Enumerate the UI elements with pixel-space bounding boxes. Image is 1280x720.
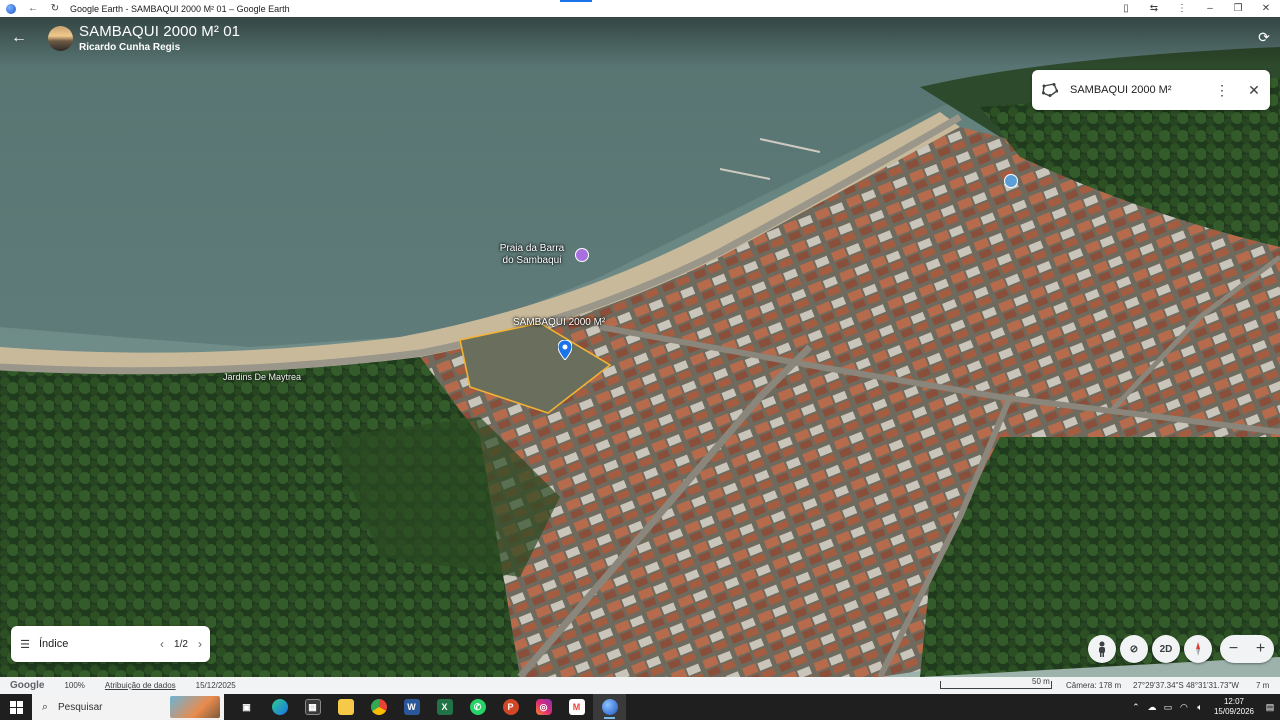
- road-label: Jardins De Maytrea: [223, 372, 302, 382]
- project-thumbnail: [48, 26, 73, 51]
- powerpoint-icon[interactable]: P: [494, 694, 527, 720]
- store-icon[interactable]: ▦: [296, 694, 329, 720]
- whatsapp-icon[interactable]: ✆: [461, 694, 494, 720]
- zoom-out-button[interactable]: −: [1229, 640, 1238, 658]
- status-bar: Google 100% Atribuição de dados 15/12/20…: [0, 677, 1280, 694]
- close-icon[interactable]: ✕: [1238, 70, 1270, 110]
- wifi-icon[interactable]: ◠: [1176, 702, 1192, 713]
- system-tray: ⌃ ☁ ▭ ◠ 🔈︎ 12:07 15/09/2026 ▤: [1128, 694, 1280, 720]
- coordinates: 27°29'37.34"S 48°31'31.73"W: [1133, 681, 1239, 690]
- poi-label-line1: Praia da Barra: [499, 243, 565, 254]
- toggle-2d-button[interactable]: 2D: [1152, 635, 1180, 663]
- poi-label-line2: do Sambaqui: [502, 255, 562, 266]
- excel-icon[interactable]: X: [428, 694, 461, 720]
- windows-taskbar: ⌕ Pesquisar ▣ ▦ W X ✆ P ◎ M ⌃ ☁ ▭ ◠ 🔈︎ 1…: [0, 694, 1280, 720]
- next-page-icon[interactable]: ›: [190, 637, 210, 651]
- camera-altitude: Câmera: 178 m: [1066, 681, 1122, 690]
- imagery-date: 15/12/2025: [195, 681, 236, 690]
- cloud-icon[interactable]: ☁: [1144, 702, 1160, 713]
- data-attribution-link[interactable]: Atribuição de dados: [105, 681, 176, 690]
- ground-altitude: 7 m: [1256, 681, 1270, 690]
- project-title: SAMBAQUI 2000 M² 01: [79, 23, 241, 40]
- translate-icon[interactable]: ⇆: [1140, 0, 1168, 17]
- edge-icon[interactable]: [263, 694, 296, 720]
- search-highlight-image: [170, 696, 220, 718]
- gmail-icon[interactable]: M: [560, 694, 593, 720]
- feature-card: SAMBAQUI 2000 M² ⋮ ✕: [1032, 70, 1270, 110]
- poi-marker-icon[interactable]: [1004, 174, 1018, 188]
- taskbar-search[interactable]: ⌕ Pesquisar: [32, 694, 224, 720]
- windows-start-button[interactable]: [0, 694, 32, 720]
- compass-icon[interactable]: [1184, 635, 1212, 663]
- accent-bar: [560, 0, 592, 2]
- list-icon[interactable]: ☰: [11, 638, 39, 651]
- page-indicator: 1/2: [174, 638, 188, 650]
- notification-icon[interactable]: ▤: [1260, 702, 1280, 713]
- clock-date: 15/09/2026: [1213, 707, 1254, 716]
- reload-icon[interactable]: ↻: [44, 0, 66, 17]
- map-controls: ⊘ 2D − +: [1088, 635, 1274, 663]
- back-arrow-icon[interactable]: ←: [10, 29, 28, 47]
- prev-page-icon[interactable]: ‹: [152, 637, 172, 651]
- kebab-menu-icon[interactable]: ⋮: [1168, 0, 1196, 17]
- google-earth-taskbar-icon[interactable]: [593, 694, 626, 720]
- map-view[interactable]: ← SAMBAQUI 2000 M² 01 Ricardo Cunha Regi…: [0, 17, 1280, 677]
- volume-icon[interactable]: 🔈︎: [1192, 702, 1208, 713]
- poi-label[interactable]: Praia da Barra do Sambaqui: [494, 243, 570, 267]
- hide-3d-icon[interactable]: ⊘: [1120, 635, 1148, 663]
- project-author: Ricardo Cunha Regis: [79, 42, 181, 53]
- pegman-icon[interactable]: [1088, 635, 1116, 663]
- placemark-icon[interactable]: [557, 339, 573, 365]
- polygon-icon: [1032, 70, 1068, 110]
- taskbar-clock[interactable]: 12:07 15/09/2026: [1214, 697, 1254, 717]
- zoom-in-button[interactable]: +: [1256, 640, 1265, 658]
- scale-label: 50 m: [1032, 677, 1050, 686]
- instagram-icon[interactable]: ◎: [527, 694, 560, 720]
- minimize-button[interactable]: –: [1196, 0, 1224, 17]
- google-logo: Google: [10, 680, 45, 691]
- network-icon[interactable]: ▭: [1160, 702, 1176, 713]
- google-earth-icon: [6, 3, 16, 14]
- taskbar-apps: ▣ ▦ W X ✆ P ◎ M: [230, 694, 626, 720]
- polygon-label: SAMBAQUI 2000 M²: [513, 317, 606, 328]
- maximize-button[interactable]: ❐: [1224, 0, 1252, 17]
- back-icon[interactable]: ←: [22, 0, 44, 17]
- zoom-controls: − +: [1220, 635, 1274, 663]
- app-titlebar: ← ↻ Google Earth - SAMBAQUI 2000 M² 01 –…: [0, 0, 1280, 17]
- clock-time: 12:07: [1223, 697, 1244, 706]
- index-label[interactable]: Índice: [39, 638, 152, 650]
- beach-poi-icon[interactable]: [575, 248, 589, 262]
- word-icon[interactable]: W: [395, 694, 428, 720]
- more-options-icon[interactable]: ⋮: [1206, 70, 1238, 110]
- task-view-icon[interactable]: ▣: [230, 694, 263, 720]
- chevron-up-icon[interactable]: ⌃: [1128, 702, 1144, 713]
- index-panel: ☰ Índice ‹ 1/2 ›: [11, 626, 210, 662]
- chrome-icon[interactable]: [362, 694, 395, 720]
- file-explorer-icon[interactable]: [329, 694, 362, 720]
- search-placeholder: Pesquisar: [58, 701, 103, 713]
- satellite-imagery: [0, 17, 1280, 677]
- window-title: Google Earth - SAMBAQUI 2000 M² 01 – Goo…: [70, 3, 290, 14]
- clipboard-icon[interactable]: ▯: [1112, 0, 1140, 17]
- search-icon: ⌕: [41, 700, 49, 713]
- feature-title: SAMBAQUI 2000 M²: [1070, 84, 1172, 96]
- close-window-button[interactable]: ✕: [1252, 0, 1280, 17]
- zoom-level: 100%: [64, 681, 85, 690]
- reset-view-icon[interactable]: ⟳: [1256, 29, 1272, 45]
